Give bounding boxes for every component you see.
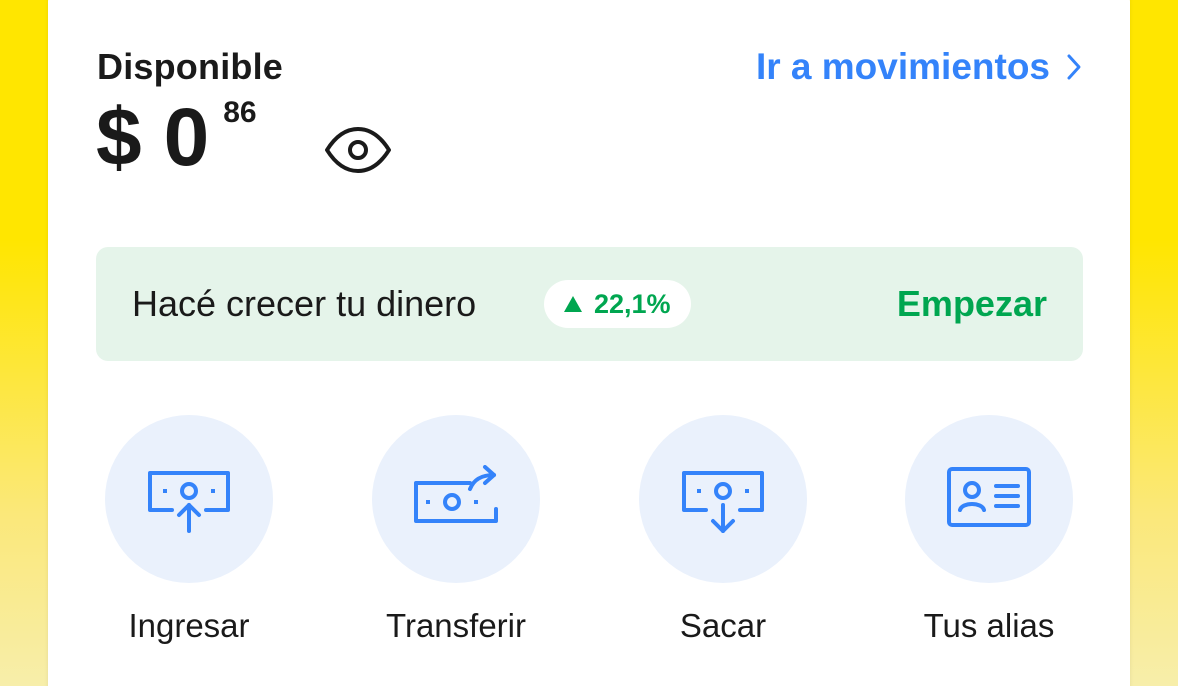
triangle-up-icon xyxy=(564,296,582,312)
money-out-icon xyxy=(680,461,766,538)
balance-currency: $ xyxy=(96,92,142,183)
action-circle xyxy=(905,415,1073,583)
action-sacar[interactable]: Sacar xyxy=(639,415,807,645)
action-label: Tus alias xyxy=(923,607,1055,644)
eye-icon xyxy=(324,127,392,178)
action-tus-alias[interactable]: Tus alias xyxy=(905,415,1073,645)
action-circle xyxy=(372,415,540,583)
action-circle xyxy=(639,415,807,583)
yield-badge: 22,1% xyxy=(544,280,691,328)
balance-cents: 86 xyxy=(223,96,257,129)
action-circle xyxy=(105,415,273,583)
balance-amount: $ 0 86 xyxy=(96,92,257,183)
action-transferir[interactable]: Transferir xyxy=(372,415,540,645)
action-ingresar[interactable]: Ingresar xyxy=(105,415,273,645)
money-in-icon xyxy=(146,461,232,538)
movements-link-label: Ir a movimientos xyxy=(755,46,1050,87)
promo-start-button[interactable]: Empezar xyxy=(897,283,1047,325)
action-label: Sacar xyxy=(679,607,767,644)
quick-actions: Ingresar Transferir Sacar Tus alias xyxy=(105,415,1073,655)
money-transfer-icon xyxy=(412,464,500,534)
id-card-icon xyxy=(946,466,1032,533)
investment-promo-banner[interactable]: Hacé crecer tu dinero 22,1% Empezar xyxy=(96,247,1083,361)
balance-integer: 0 xyxy=(163,92,210,183)
balance-label: Disponible xyxy=(97,46,284,87)
yield-value: 22,1% xyxy=(594,288,671,319)
action-label: Transferir xyxy=(386,607,526,644)
account-card: Disponible Ir a movimientos $ 0 86 Hacé … xyxy=(48,0,1130,686)
action-label: Ingresar xyxy=(128,607,250,644)
promo-text: Hacé crecer tu dinero xyxy=(132,283,477,324)
chevron-right-icon xyxy=(1066,53,1082,81)
toggle-balance-visibility-button[interactable] xyxy=(324,126,392,174)
movements-link[interactable]: Ir a movimientos xyxy=(756,46,1082,88)
